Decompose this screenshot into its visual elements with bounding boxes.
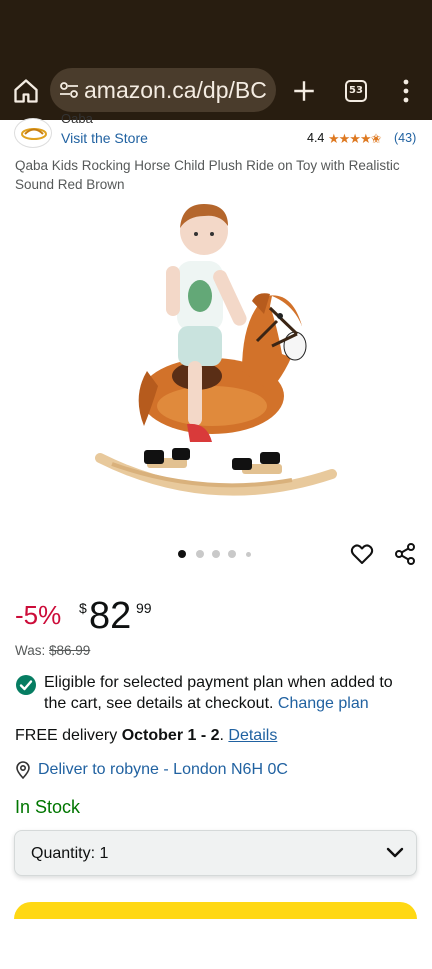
payment-plan-text: Eligible for selected payment plan when … bbox=[44, 672, 419, 714]
price-fraction: 99 bbox=[136, 600, 152, 616]
home-icon[interactable] bbox=[12, 77, 40, 105]
delivery-dates: October 1 - 2 bbox=[121, 727, 220, 744]
stock-status: In Stock bbox=[15, 797, 81, 817]
wishlist-heart-icon[interactable] bbox=[350, 542, 374, 566]
visit-store-link[interactable]: Visit the Store bbox=[61, 130, 148, 146]
quantity-label-wrap: Quantity: 1 bbox=[31, 845, 108, 863]
price-currency-symbol: $ bbox=[79, 600, 87, 616]
discount-percentage: -5% bbox=[15, 600, 62, 630]
tab-switcher-button[interactable]: 53 bbox=[345, 80, 367, 102]
change-plan-link[interactable]: Change plan bbox=[278, 695, 369, 712]
carousel-dot[interactable] bbox=[246, 551, 251, 557]
delivery-info: FREE delivery October 1 - 2. Details bbox=[15, 727, 277, 745]
browser-toolbar: amazon.ca/dp/BC 53 bbox=[0, 0, 432, 120]
rating-stars-icon[interactable]: ★★★★✬ bbox=[328, 131, 382, 147]
carousel-dot-active[interactable] bbox=[178, 550, 186, 558]
check-circle-icon bbox=[16, 675, 36, 695]
site-settings-icon[interactable] bbox=[59, 81, 79, 99]
was-label: Was: bbox=[15, 643, 50, 658]
quantity-label: Quantity: bbox=[31, 845, 100, 862]
url-text: amazon.ca/dp/BC bbox=[84, 77, 267, 103]
quantity-value: 1 bbox=[99, 845, 109, 862]
brand-logo-icon bbox=[21, 128, 47, 140]
price-whole: 82 bbox=[89, 595, 132, 637]
new-tab-icon[interactable] bbox=[291, 78, 317, 104]
delivery-details-link[interactable]: Details bbox=[228, 727, 277, 744]
more-options-icon[interactable] bbox=[398, 78, 414, 104]
carousel-dot[interactable] bbox=[228, 550, 236, 558]
deliver-to-link[interactable]: Deliver to robyne - London N6H 0C bbox=[38, 761, 288, 779]
location-pin-icon[interactable] bbox=[14, 761, 32, 779]
rating-value: 4.4 bbox=[307, 131, 325, 145]
brand-logo[interactable] bbox=[14, 118, 52, 148]
quantity-dropdown[interactable]: Quantity: 1 bbox=[14, 830, 417, 876]
share-icon[interactable] bbox=[393, 542, 417, 566]
product-title: Qaba Kids Rocking Horse Child Plush Ride… bbox=[15, 158, 400, 192]
add-to-cart-button[interactable] bbox=[14, 902, 417, 919]
image-carousel-dots[interactable] bbox=[176, 548, 266, 560]
carousel-dot[interactable] bbox=[196, 550, 204, 558]
was-price: Was: $86.99 bbox=[15, 643, 90, 658]
carousel-dot[interactable] bbox=[212, 550, 220, 558]
was-price-value: $86.99 bbox=[49, 643, 91, 658]
chevron-down-icon bbox=[386, 847, 404, 858]
delivery-prefix: FREE delivery bbox=[15, 727, 122, 744]
address-bar[interactable]: amazon.ca/dp/BC bbox=[50, 68, 276, 112]
rating-count-link[interactable]: (43) bbox=[394, 131, 416, 145]
product-image[interactable] bbox=[92, 196, 342, 514]
brand-name: Qaba bbox=[61, 113, 93, 123]
